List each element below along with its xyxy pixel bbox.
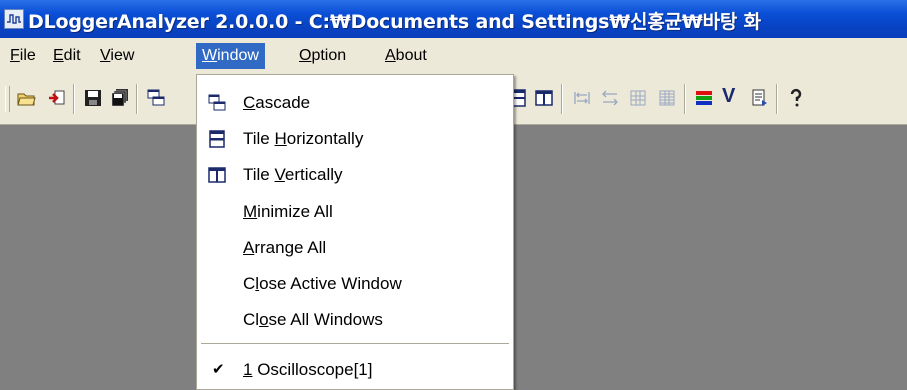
menu-item-label: Tile — [243, 129, 275, 148]
menu-item-label: ose Active Window — [259, 274, 402, 293]
menu-item-label: ascade — [255, 93, 311, 112]
menu-item-cascade[interactable]: Cascade — [197, 85, 513, 121]
tile-horizontal-icon — [209, 130, 225, 148]
menu-item-label: Cl — [243, 310, 260, 329]
menu-item-label: orizontally — [286, 129, 364, 148]
menu-mnemonic: F — [10, 47, 20, 64]
toolbar-separator — [776, 84, 778, 114]
menu-item-minimize-all[interactable]: Minimize All — [197, 194, 513, 230]
menu-item-label: Oscilloscope[1] — [252, 360, 373, 379]
menu-label: indow — [217, 47, 259, 64]
menu-item-arrange-all[interactable]: Arrange All — [197, 230, 513, 266]
menu-mnemonic: W — [202, 47, 218, 64]
menu-item-label: Tile — [243, 165, 275, 184]
menu-item-mnemonic: M — [243, 202, 258, 221]
zoom-xy-icon[interactable] — [598, 85, 622, 111]
open-folder-icon[interactable] — [15, 85, 39, 111]
menu-label: ile — [19, 47, 36, 64]
menu-item-mnemonic: o — [259, 310, 269, 329]
app-icon[interactable] — [4, 9, 24, 29]
toolbar-separator — [561, 84, 563, 114]
title-bar[interactable]: DLoggerAnalyzer 2.0.0.0 - C:₩Documents a… — [0, 0, 907, 38]
application-window: DLoggerAnalyzer 2.0.0.0 - C:₩Documents a… — [0, 0, 907, 390]
menu-mnemonic: O — [299, 47, 312, 64]
grid-icon[interactable] — [626, 85, 650, 111]
window-menu-dropdown: Cascade Tile Horizontally Tile Verticall… — [196, 74, 514, 390]
menu-item-label: rrange All — [254, 238, 327, 257]
menu-mnemonic: A — [385, 47, 396, 64]
menu-label: iew — [110, 47, 135, 64]
tile-vertical-icon[interactable] — [532, 85, 556, 111]
menu-item-label: C — [243, 274, 256, 293]
grid-fine-icon[interactable] — [655, 85, 679, 111]
window-title: DLoggerAnalyzer 2.0.0.0 - C:₩Documents a… — [28, 11, 761, 33]
menu-window[interactable]: Window — [196, 43, 265, 69]
menu-file[interactable]: File — [4, 43, 42, 69]
menu-label: dit — [63, 47, 81, 64]
export-icon[interactable] — [748, 85, 772, 111]
menu-item-label: inimize All — [257, 202, 333, 221]
cascade-icon[interactable] — [144, 85, 168, 111]
zoom-x-icon[interactable] — [570, 85, 594, 111]
menu-separator — [201, 343, 509, 345]
menu-label: bout — [395, 47, 427, 64]
menu-item-tile-vertically[interactable]: Tile Vertically — [197, 157, 513, 193]
menu-item-mnemonic: A — [243, 238, 255, 257]
import-icon[interactable] — [45, 85, 69, 111]
toolbar-separator — [136, 84, 138, 114]
v-cursor-icon[interactable]: V — [722, 85, 735, 108]
menu-about[interactable]: About — [379, 43, 433, 69]
menu-item-close-all-windows[interactable]: Close All Windows — [197, 302, 513, 338]
checkmark-icon: ✔ — [212, 361, 225, 378]
toolbar-grip[interactable] — [5, 86, 10, 112]
menu-label: ption — [311, 47, 347, 64]
menu-bar: File Edit View Window Option About — [0, 38, 907, 74]
menu-item-mnemonic: V — [274, 165, 285, 184]
menu-item-tile-horizontally[interactable]: Tile Horizontally — [197, 121, 513, 157]
menu-item-close-active-window[interactable]: Close Active Window — [197, 266, 513, 302]
toolbar-separator — [73, 84, 75, 114]
menu-mnemonic: E — [53, 47, 64, 64]
color-bars-icon[interactable] — [692, 85, 716, 111]
menu-edit[interactable]: Edit — [47, 43, 87, 69]
menu-option[interactable]: Option — [293, 43, 352, 69]
menu-mnemonic: V — [100, 47, 111, 64]
help-icon[interactable] — [784, 85, 808, 111]
menu-item-label: se All Windows — [268, 310, 383, 329]
save-all-icon[interactable] — [108, 85, 132, 111]
menu-item-mnemonic: H — [274, 129, 287, 148]
menu-item-mnemonic: C — [243, 93, 256, 112]
tile-vertical-icon — [208, 167, 226, 183]
toolbar-separator — [684, 84, 686, 114]
cascade-icon — [208, 94, 226, 111]
save-icon[interactable] — [81, 85, 105, 111]
menu-item-label: ertically — [284, 165, 343, 184]
menu-item-window-oscilloscope-1[interactable]: ✔ 1 Oscilloscope[1] — [197, 352, 513, 388]
menu-view[interactable]: View — [94, 43, 140, 69]
